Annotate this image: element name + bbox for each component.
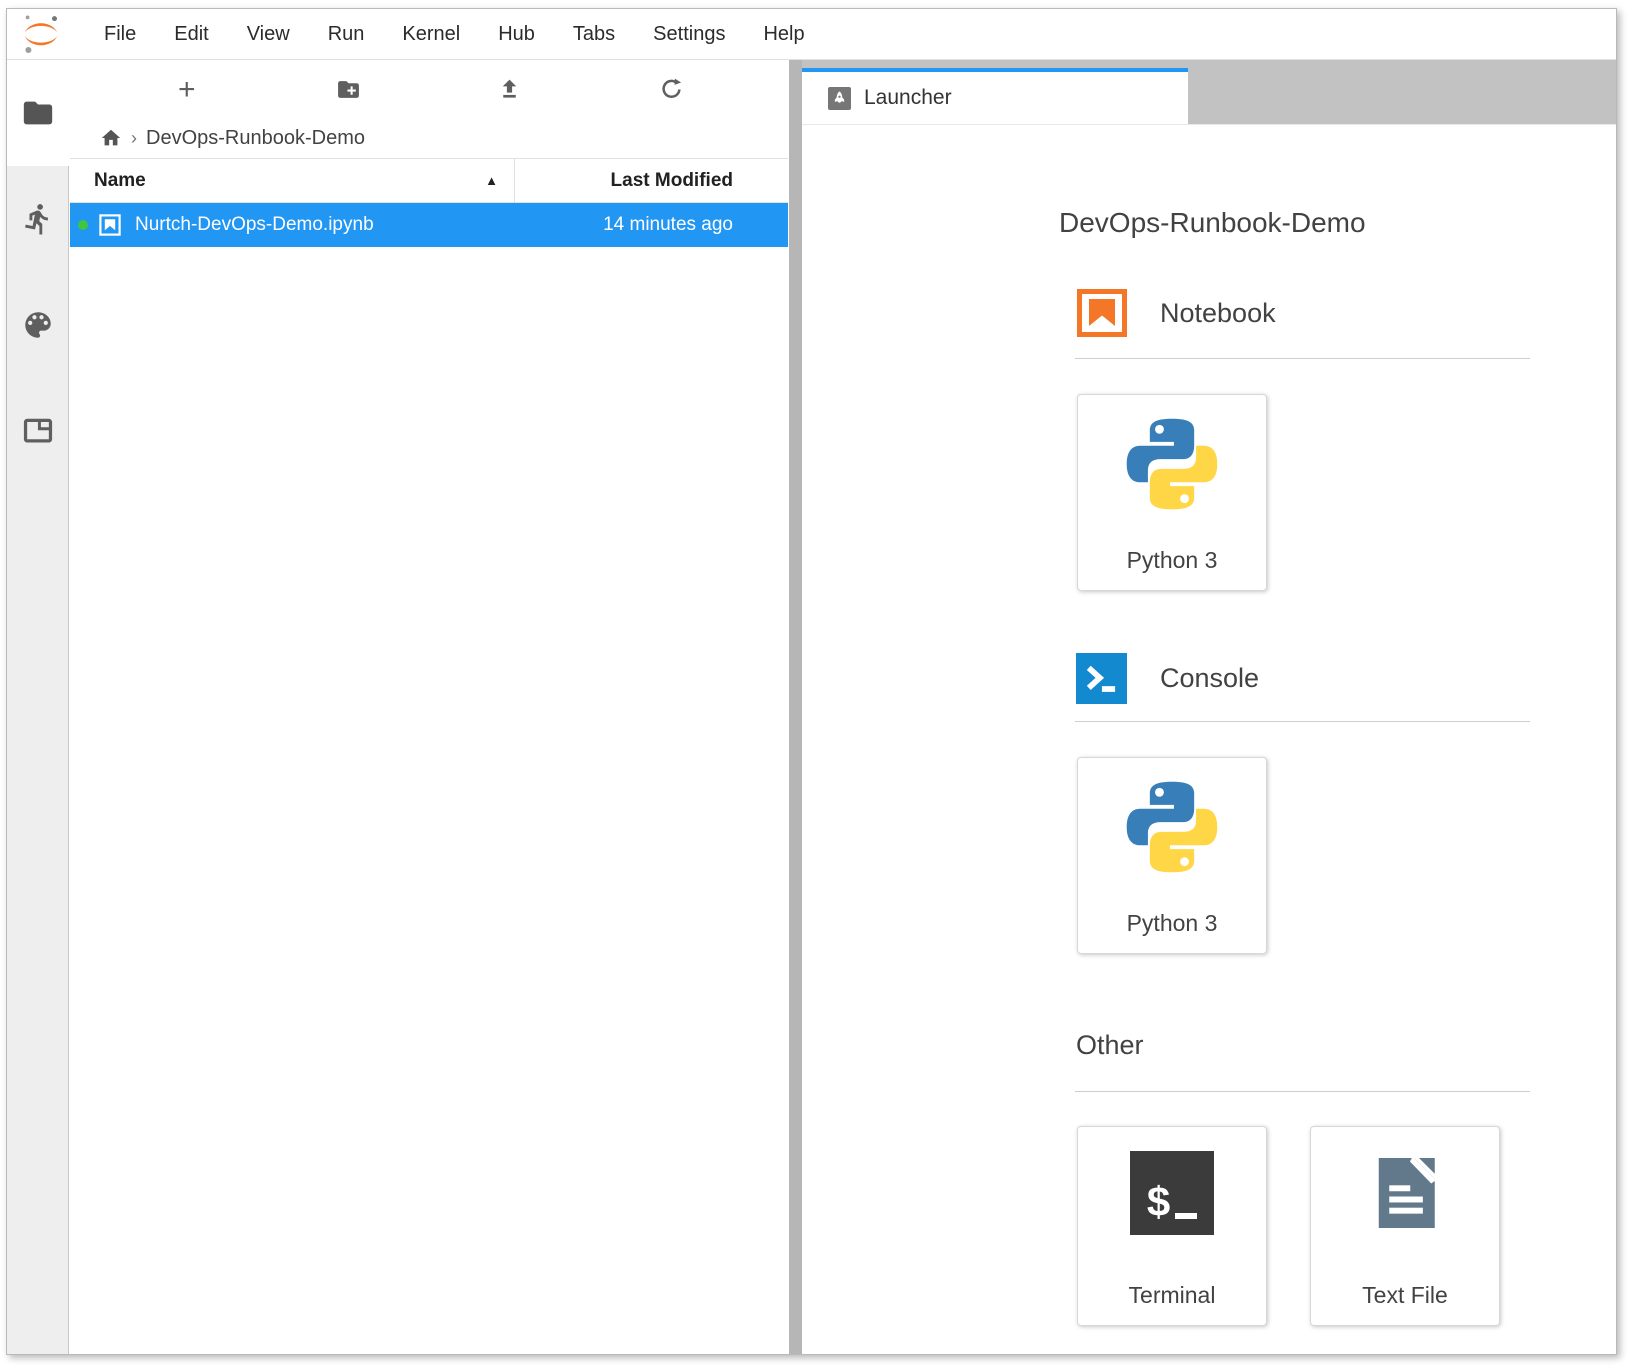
menu-bar: File Edit View Run Kernel Hub Tabs Setti… <box>7 9 1616 60</box>
section-label-console: Console <box>1160 663 1259 694</box>
launcher-card-console-python3[interactable]: Python 3 <box>1077 757 1267 954</box>
section-divider <box>1075 358 1530 359</box>
activity-sidebar <box>7 60 69 1354</box>
menu-help[interactable]: Help <box>744 23 823 46</box>
menu-run[interactable]: Run <box>309 23 384 46</box>
panel-resize-handle[interactable] <box>789 60 802 1354</box>
menu-settings[interactable]: Settings <box>634 23 744 46</box>
sidebar-tab-commands[interactable] <box>21 308 55 342</box>
card-label: Terminal <box>1129 1282 1216 1309</box>
file-list-header: Name ▲ Last Modified <box>70 158 788 203</box>
menu-kernel[interactable]: Kernel <box>383 23 479 46</box>
column-header-modified[interactable]: Last Modified <box>515 170 788 192</box>
sort-ascending-icon: ▲ <box>485 173 498 188</box>
section-header-console: Console <box>1076 653 1259 704</box>
folder-icon <box>21 96 55 130</box>
file-row-selected[interactable]: Nurtch-DevOps-Demo.ipynb 14 minutes ago <box>70 203 788 247</box>
upload-button[interactable] <box>429 77 591 102</box>
running-man-icon <box>21 202 55 236</box>
file-browser-toolbar: + <box>70 60 788 118</box>
launcher-tab-label: Launcher <box>864 86 952 110</box>
terminal-dollar-glyph: $ <box>1147 1185 1170 1219</box>
file-modified-cell: 14 minutes ago <box>515 214 788 236</box>
file-browser-panel: + <box>70 60 788 1354</box>
card-label: Python 3 <box>1127 547 1218 574</box>
menu-hub[interactable]: Hub <box>479 23 554 46</box>
breadcrumb: › DevOps-Runbook-Demo <box>70 118 788 158</box>
section-divider <box>1075 1091 1530 1092</box>
notebook-file-icon <box>98 213 122 237</box>
plus-icon: + <box>178 77 196 102</box>
new-launcher-button[interactable]: + <box>106 77 268 102</box>
name-column-label: Name <box>94 170 146 192</box>
launcher-rocket-icon <box>828 87 851 110</box>
section-label-notebook: Notebook <box>1160 298 1276 329</box>
main-dock-panel: Launcher DevOps-Runbook-Demo Notebook <box>802 60 1616 1354</box>
launcher-card-text-file[interactable]: Text File <box>1310 1126 1500 1326</box>
terminal-icon: $ <box>1130 1151 1214 1235</box>
section-divider <box>1075 721 1530 722</box>
new-folder-button[interactable] <box>268 77 430 102</box>
launcher-cwd-title: DevOps-Runbook-Demo <box>1059 207 1366 239</box>
home-icon[interactable] <box>100 127 122 149</box>
jupyter-logo-icon <box>19 12 63 56</box>
dock-tab-bar: Launcher <box>802 60 1616 124</box>
section-label-other: Other <box>1076 1030 1144 1061</box>
launcher-body: DevOps-Runbook-Demo Notebook Python 3 <box>802 124 1616 1354</box>
menu-view[interactable]: View <box>228 23 309 46</box>
text-file-icon <box>1363 1151 1447 1235</box>
sidebar-tab-open-tabs[interactable] <box>21 414 55 448</box>
breadcrumb-separator: › <box>131 128 137 149</box>
section-header-notebook: Notebook <box>1077 289 1276 337</box>
refresh-button[interactable] <box>591 77 753 102</box>
tab-launcher[interactable]: Launcher <box>802 68 1188 124</box>
refresh-icon <box>659 77 684 102</box>
jupyterlab-window: File Edit View Run Kernel Hub Tabs Setti… <box>6 8 1617 1355</box>
kernel-running-dot <box>78 220 88 230</box>
python-logo-icon <box>1119 411 1225 517</box>
card-label: Text File <box>1362 1282 1448 1309</box>
palette-icon <box>21 308 55 342</box>
terminal-underscore-glyph <box>1175 1213 1197 1219</box>
notebook-icon <box>1077 289 1127 337</box>
file-name-cell: Nurtch-DevOps-Demo.ipynb <box>70 213 515 237</box>
file-name: Nurtch-DevOps-Demo.ipynb <box>135 214 374 236</box>
column-header-name[interactable]: Name ▲ <box>70 159 515 202</box>
tabs-icon <box>21 414 55 448</box>
console-icon <box>1076 653 1127 704</box>
menu-edit[interactable]: Edit <box>155 23 227 46</box>
launcher-card-notebook-python3[interactable]: Python 3 <box>1077 394 1267 591</box>
sidebar-tab-files[interactable] <box>7 60 69 166</box>
launcher-card-terminal[interactable]: $ Terminal <box>1077 1126 1267 1326</box>
menu-file[interactable]: File <box>85 23 155 46</box>
card-label: Python 3 <box>1127 910 1218 937</box>
breadcrumb-current-folder[interactable]: DevOps-Runbook-Demo <box>146 127 365 150</box>
new-folder-icon <box>336 77 361 102</box>
python-logo-icon <box>1119 774 1225 880</box>
sidebar-tab-running[interactable] <box>21 202 55 236</box>
upload-icon <box>497 77 522 102</box>
menu-tabs[interactable]: Tabs <box>554 23 634 46</box>
section-header-other: Other <box>1076 1030 1144 1061</box>
